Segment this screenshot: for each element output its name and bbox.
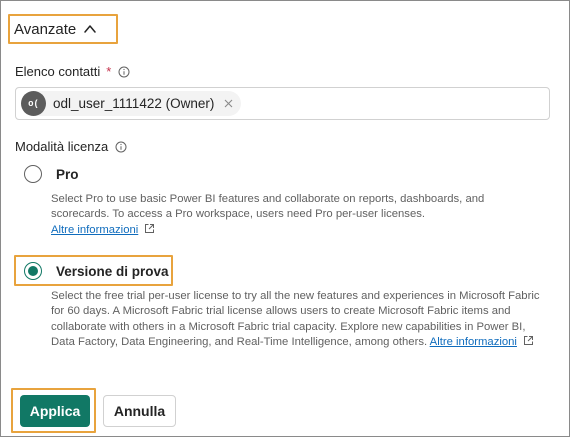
- avatar: o(: [21, 91, 46, 116]
- license-option-description: Select the free trial per-user license t…: [51, 290, 540, 348]
- license-option-description: Select Pro to use basic Power BI feature…: [51, 193, 485, 236]
- close-icon[interactable]: [224, 99, 233, 108]
- license-option-label: Pro: [56, 166, 79, 182]
- radio-trial[interactable]: [24, 262, 42, 280]
- advanced-toggle[interactable]: Avanzate: [8, 14, 118, 44]
- contact-chip-text: odl_user_1111422 (Owner): [53, 96, 215, 111]
- apply-button[interactable]: Applica: [20, 395, 90, 427]
- license-label-row: Modalità licenza: [15, 139, 127, 154]
- external-link-icon: [523, 335, 534, 346]
- learn-more-link[interactable]: Altre informazioni: [430, 336, 517, 348]
- required-mark: *: [106, 64, 112, 79]
- contacts-field[interactable]: o( odl_user_1111422 (Owner): [15, 87, 550, 120]
- license-option-label: Versione di prova: [56, 263, 169, 279]
- info-icon[interactable]: [115, 141, 127, 153]
- learn-more-link[interactable]: Altre informazioni: [51, 224, 138, 236]
- license-option-trial[interactable]: Versione di prova: [24, 262, 169, 280]
- chevron-up-icon: [83, 22, 97, 36]
- contacts-label: Elenco contatti: [15, 64, 101, 79]
- radio-pro[interactable]: [24, 165, 42, 183]
- advanced-label: Avanzate: [14, 20, 77, 38]
- info-icon[interactable]: [118, 66, 130, 78]
- license-option-pro[interactable]: Pro: [24, 165, 79, 183]
- external-link-icon: [144, 223, 155, 234]
- cancel-button[interactable]: Annulla: [103, 395, 176, 427]
- contacts-label-row: Elenco contatti *: [15, 64, 130, 79]
- license-label: Modalità licenza: [15, 139, 109, 154]
- contact-chip: o( odl_user_1111422 (Owner): [21, 91, 242, 116]
